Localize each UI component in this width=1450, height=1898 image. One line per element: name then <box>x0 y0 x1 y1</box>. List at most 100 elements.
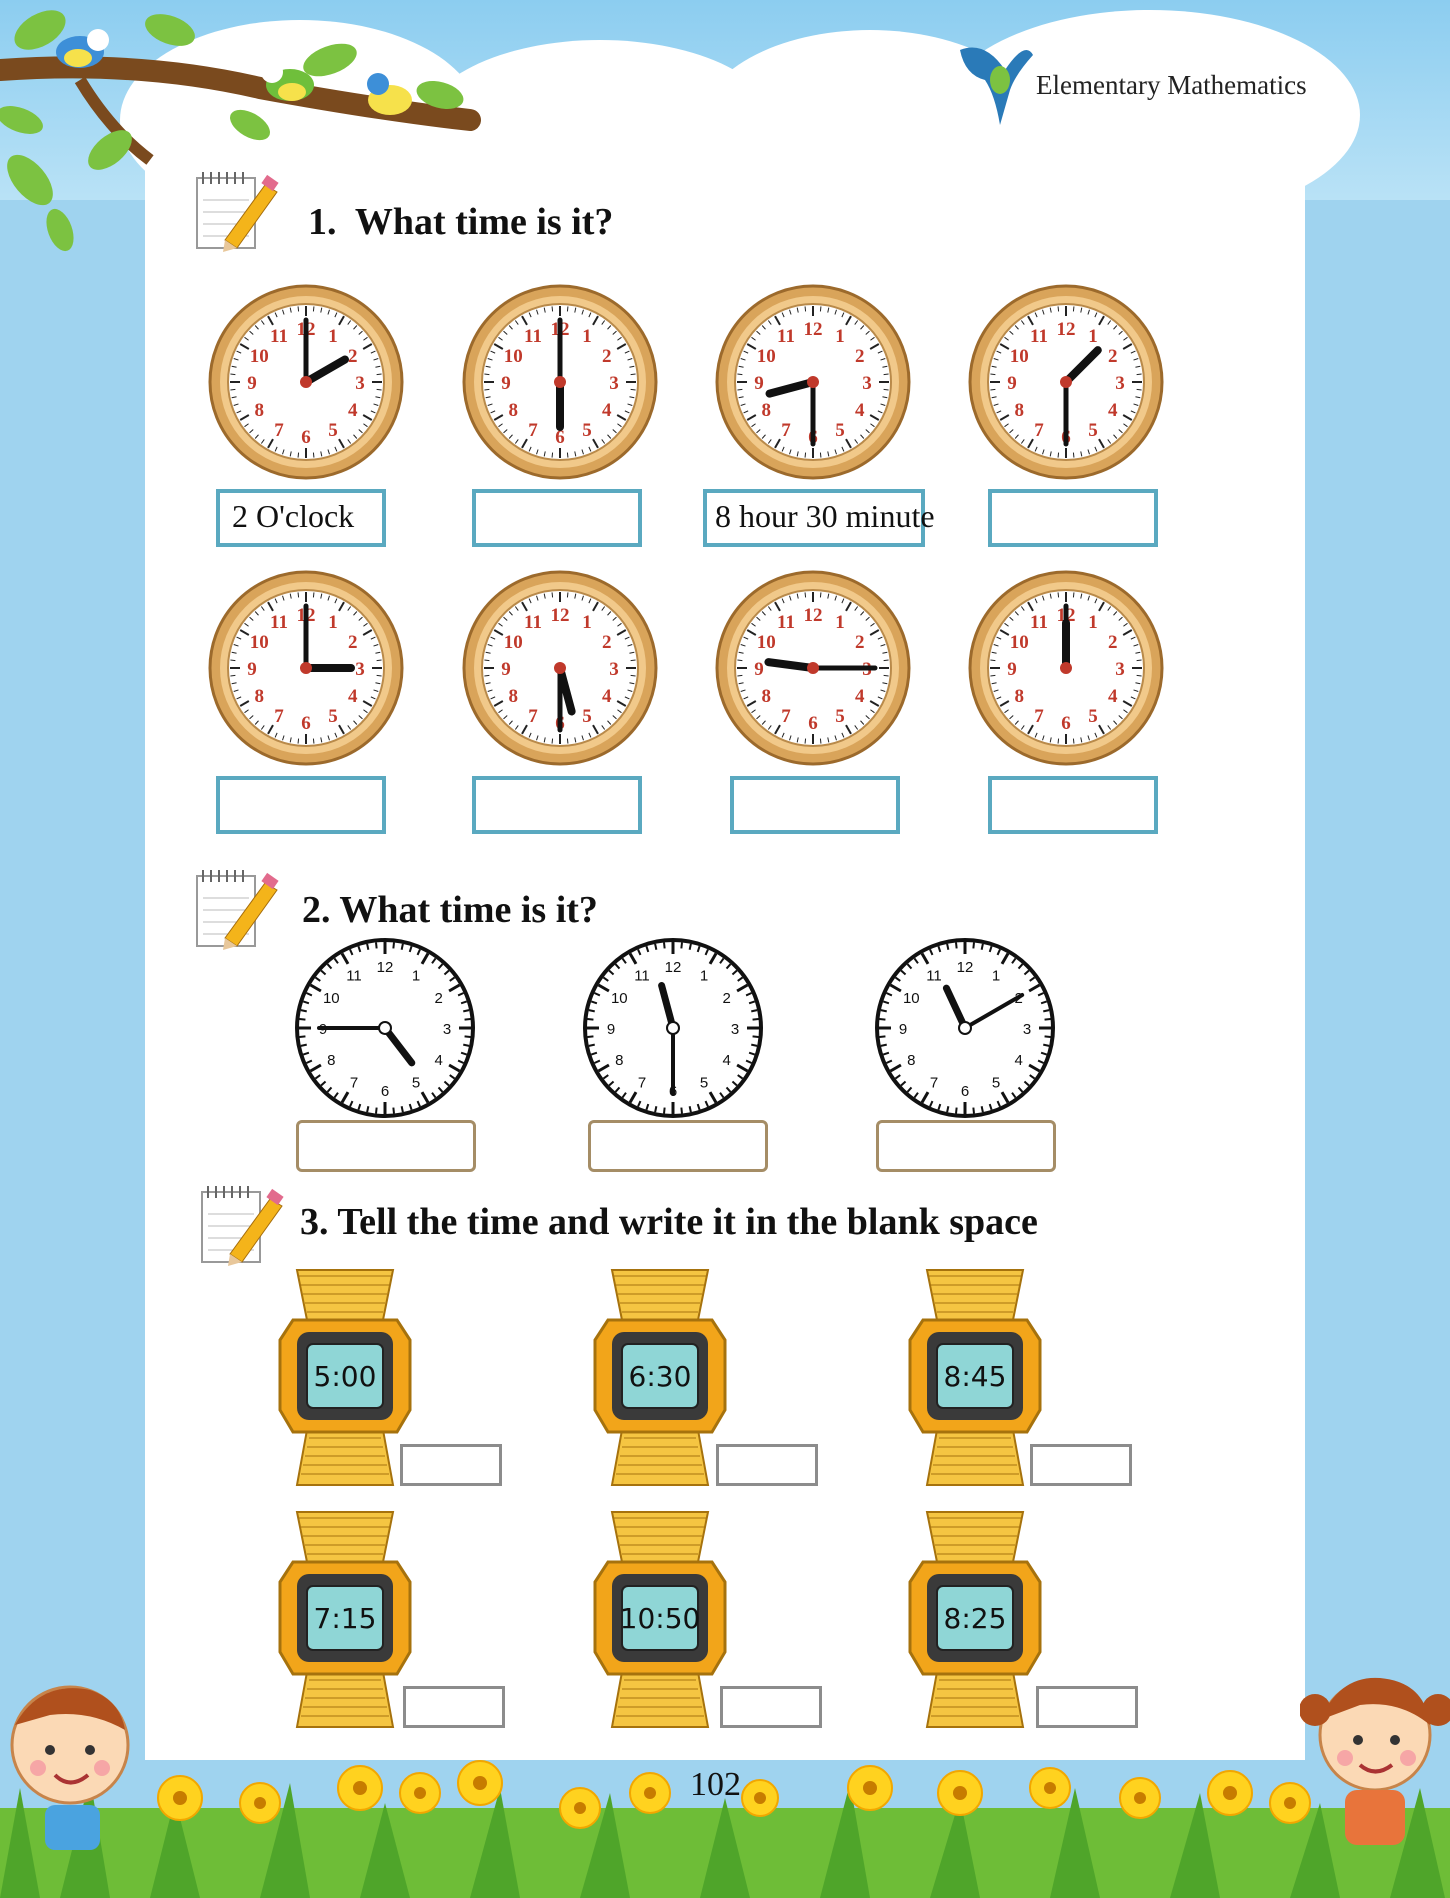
answer-box[interactable] <box>1030 1444 1132 1486</box>
svg-text:9: 9 <box>247 659 257 680</box>
svg-text:8: 8 <box>254 686 264 707</box>
svg-text:4: 4 <box>1108 400 1118 421</box>
svg-text:11: 11 <box>524 326 542 347</box>
notepad-pencil-icon <box>195 868 279 950</box>
answer-box[interactable]: 2 O'clock <box>216 489 386 547</box>
question-2-number: 2. <box>302 889 331 931</box>
answer-box[interactable] <box>876 1120 1056 1172</box>
svg-text:1: 1 <box>1088 612 1098 633</box>
question-1-title: 1. What time is it? <box>308 200 613 244</box>
watch-time: 5:00 <box>314 1360 377 1393</box>
question-3-title: 3. Tell the time and write it in the bla… <box>300 1200 1038 1244</box>
svg-text:1: 1 <box>1088 326 1098 347</box>
svg-text:11: 11 <box>524 612 542 633</box>
svg-text:3: 3 <box>443 1021 451 1038</box>
svg-text:5: 5 <box>582 420 592 441</box>
svg-text:2: 2 <box>855 346 865 367</box>
watch-time: 8:45 <box>944 1360 1007 1393</box>
answer-box[interactable] <box>988 776 1158 834</box>
answer-box[interactable] <box>296 1120 476 1172</box>
watch-time: 10:50 <box>620 1602 701 1635</box>
svg-text:3: 3 <box>355 659 365 680</box>
page-number: 102 <box>690 1766 741 1803</box>
svg-text:2: 2 <box>1108 346 1118 367</box>
svg-text:8: 8 <box>615 1052 623 1069</box>
svg-text:9: 9 <box>607 1021 615 1038</box>
svg-text:4: 4 <box>1015 1052 1023 1069</box>
svg-text:8: 8 <box>327 1052 335 1069</box>
answer-box[interactable] <box>988 489 1158 547</box>
analog-clock: 123456789101112 <box>968 570 1164 766</box>
svg-text:9: 9 <box>754 373 764 394</box>
svg-text:5: 5 <box>992 1075 1000 1092</box>
svg-text:11: 11 <box>1030 326 1048 347</box>
svg-text:2: 2 <box>723 990 731 1007</box>
svg-text:5: 5 <box>328 706 338 727</box>
svg-text:6: 6 <box>808 713 818 734</box>
svg-text:1: 1 <box>328 612 338 633</box>
answer-box[interactable] <box>400 1444 502 1486</box>
svg-text:3: 3 <box>862 373 872 394</box>
svg-text:4: 4 <box>723 1052 731 1069</box>
svg-text:12: 12 <box>804 605 823 626</box>
answer-box[interactable] <box>716 1444 818 1486</box>
svg-text:1: 1 <box>582 326 592 347</box>
svg-text:7: 7 <box>781 420 791 441</box>
kid-girl-icon <box>1300 1677 1450 1845</box>
answer-box[interactable] <box>216 776 386 834</box>
answer-box[interactable] <box>472 489 642 547</box>
svg-text:8: 8 <box>254 400 264 421</box>
digital-watch-icon: 5:00 <box>278 1269 412 1486</box>
answer-box[interactable] <box>403 1686 505 1728</box>
svg-text:8: 8 <box>508 400 518 421</box>
digital-watch-icon: 6:30 <box>593 1269 727 1486</box>
svg-text:5: 5 <box>1088 706 1098 727</box>
svg-text:12: 12 <box>377 959 394 976</box>
svg-text:10: 10 <box>1010 632 1029 653</box>
svg-text:4: 4 <box>855 400 865 421</box>
svg-text:9: 9 <box>754 659 764 680</box>
svg-text:8: 8 <box>907 1052 915 1069</box>
analog-clock: 123456789101112 <box>875 938 1055 1118</box>
question-3-text: Tell the time and write it in the blank … <box>337 1201 1038 1243</box>
answer-box[interactable] <box>588 1120 768 1172</box>
svg-text:4: 4 <box>602 400 612 421</box>
svg-text:10: 10 <box>250 346 269 367</box>
svg-text:9: 9 <box>501 659 511 680</box>
answer-box[interactable] <box>720 1686 822 1728</box>
svg-text:3: 3 <box>1023 1021 1031 1038</box>
bird-logo-icon <box>960 47 1033 125</box>
svg-text:4: 4 <box>348 400 358 421</box>
svg-text:7: 7 <box>274 420 284 441</box>
svg-text:2: 2 <box>435 990 443 1007</box>
svg-text:2: 2 <box>602 632 612 653</box>
svg-text:11: 11 <box>777 326 795 347</box>
svg-text:5: 5 <box>328 420 338 441</box>
analog-clock: 123456789101112 <box>462 570 658 766</box>
answer-box[interactable]: 8 hour 30 minute <box>703 489 935 547</box>
svg-text:6: 6 <box>301 713 311 734</box>
svg-text:10: 10 <box>323 990 340 1007</box>
svg-text:4: 4 <box>435 1052 443 1069</box>
svg-text:12: 12 <box>804 319 823 340</box>
svg-text:7: 7 <box>528 420 538 441</box>
svg-text:12: 12 <box>551 605 570 626</box>
analog-clock: 123456789101112 <box>208 570 404 766</box>
notepad-pencil-icon <box>195 170 279 252</box>
svg-text:2: 2 <box>1108 632 1118 653</box>
svg-text:7: 7 <box>930 1075 938 1092</box>
watch-time: 6:30 <box>629 1360 692 1393</box>
answer-box[interactable] <box>1036 1686 1138 1728</box>
svg-text:3: 3 <box>731 1021 739 1038</box>
svg-text:5: 5 <box>700 1075 708 1092</box>
analog-clock: 123456789101112 <box>968 284 1164 480</box>
svg-text:10: 10 <box>250 632 269 653</box>
svg-text:3: 3 <box>609 373 619 394</box>
svg-text:9: 9 <box>899 1021 907 1038</box>
svg-text:1: 1 <box>412 967 420 984</box>
svg-text:1: 1 <box>835 612 845 633</box>
svg-text:4: 4 <box>348 686 358 707</box>
svg-text:4: 4 <box>602 686 612 707</box>
answer-box[interactable] <box>730 776 900 834</box>
answer-box[interactable] <box>472 776 642 834</box>
